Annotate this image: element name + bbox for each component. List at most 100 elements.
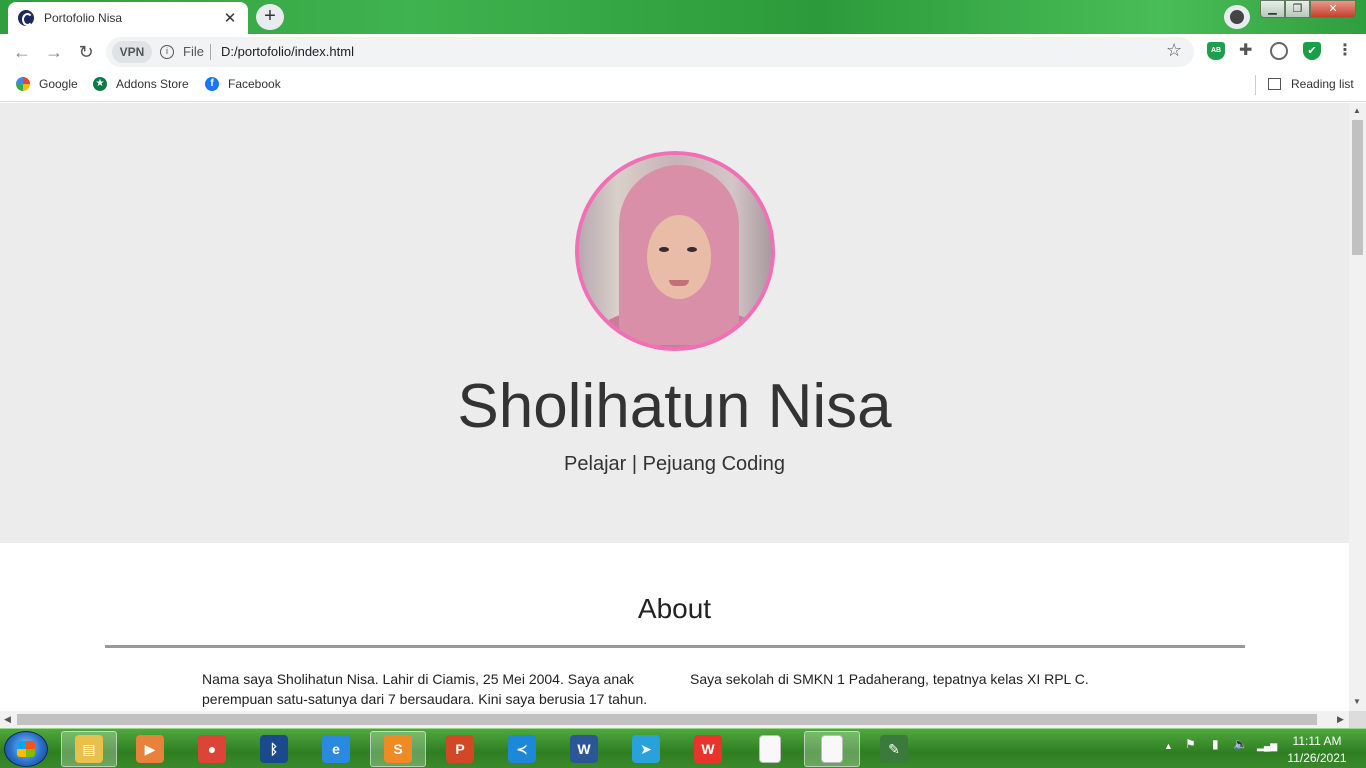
- close-window-button[interactable]: ✕: [1310, 0, 1356, 18]
- window-controls: ▁ ❐ ✕: [1260, 0, 1356, 20]
- tab-title: Portofolio Nisa: [44, 11, 123, 25]
- tab-strip: Portofolio Nisa ✕ + ▁ ❐ ✕: [0, 0, 1366, 34]
- sublime-text-icon: S: [384, 735, 412, 763]
- taskbar-media-player-button[interactable]: ▶: [122, 731, 178, 767]
- taskbar-powerpoint-button[interactable]: P: [432, 731, 488, 767]
- photo-eye-right: [687, 247, 697, 252]
- start-button[interactable]: [4, 731, 48, 767]
- scroll-up-icon[interactable]: ▲: [1353, 106, 1361, 115]
- scroll-right-icon[interactable]: ▶: [1337, 714, 1344, 725]
- reload-button[interactable]: ↻: [74, 40, 98, 64]
- browser-menu-icon[interactable]: ⋮: [1336, 42, 1354, 60]
- maximize-button[interactable]: ❐: [1285, 0, 1310, 18]
- powerpoint-icon: P: [446, 735, 474, 763]
- word-icon: W: [570, 735, 598, 763]
- about-divider: [105, 645, 1245, 648]
- bookmark-label: Facebook: [228, 77, 281, 91]
- network-signal-icon[interactable]: ▂▄▆: [1257, 741, 1277, 752]
- bookmark-label: Addons Store: [116, 77, 189, 91]
- extensions-puzzle-icon[interactable]: ✚: [1239, 42, 1257, 60]
- taskbar-wps-button[interactable]: W: [680, 731, 736, 767]
- media-player-icon: ▶: [136, 735, 164, 763]
- clock-time: 11:11 AM: [1292, 734, 1342, 748]
- horizontal-scrollbar[interactable]: ◀ ▶: [0, 711, 1349, 728]
- bookmark-facebook[interactable]: f Facebook: [205, 77, 281, 91]
- photo-eye-left: [659, 247, 669, 252]
- taskbar-blank-document-button[interactable]: [742, 731, 798, 767]
- vpn-button[interactable]: VPN: [112, 41, 152, 63]
- browser-toolbar: ← → ↻ VPN i File D:/portofolio/index.htm…: [0, 34, 1366, 70]
- photo-mouth: [669, 280, 689, 286]
- bookmark-addons-store[interactable]: ★ Addons Store: [93, 77, 189, 91]
- internet-explorer-icon: e: [322, 735, 350, 763]
- bookmarks-bar: Google ★ Addons Store f Facebook Reading…: [0, 70, 1366, 102]
- profile-icon[interactable]: [1270, 42, 1288, 60]
- forward-button[interactable]: →: [42, 40, 66, 64]
- about-text-right: Saya sekolah di SMKN 1 Padaherang, tepat…: [690, 671, 1089, 687]
- taskbar-file-explorer-button[interactable]: ▤: [61, 731, 117, 767]
- scrollbar-corner: [1349, 711, 1366, 728]
- wps-icon: W: [694, 735, 722, 763]
- bluetooth-icon: ᛒ: [260, 735, 288, 763]
- bookmark-star-icon[interactable]: ☆: [1166, 40, 1182, 61]
- facebook-icon: f: [205, 77, 219, 91]
- scroll-down-icon[interactable]: ▼: [1353, 697, 1361, 706]
- vertical-scrollbar[interactable]: ▲ ▼: [1349, 103, 1366, 711]
- hero-section: Sholihatun Nisa Pelajar | Pejuang Coding: [0, 103, 1349, 543]
- taskbar-telegram-button[interactable]: ➤: [618, 731, 674, 767]
- taskbar-notepad-button[interactable]: [804, 731, 860, 767]
- horizontal-scroll-thumb[interactable]: [17, 714, 1317, 725]
- url-text[interactable]: D:/portofolio/index.html: [221, 44, 354, 59]
- taskbar-internet-explorer-button[interactable]: e: [308, 731, 364, 767]
- scroll-left-icon[interactable]: ◀: [4, 714, 11, 725]
- page-title: Sholihatun Nisa: [457, 372, 892, 441]
- file-scheme-label: File: [183, 44, 204, 59]
- battery-icon[interactable]: ▮: [1212, 737, 1219, 751]
- adblock-extension-icon[interactable]: AB: [1207, 42, 1225, 60]
- taskbar-chrome-button[interactable]: ●: [184, 731, 240, 767]
- bookmark-label: Google: [39, 77, 78, 91]
- new-tab-button[interactable]: +: [256, 4, 284, 30]
- google-icon: [16, 77, 30, 91]
- windows-taskbar: ▤ ▶ ● ᛒ e S P ≺ W ➤ W ✎ ▲ ⚑ ▮ 🔈 ▂▄▆ 11:11 AM 11/26/…: [0, 728, 1366, 768]
- tab-search-button[interactable]: [1224, 5, 1250, 29]
- taskbar-sublime-text-button[interactable]: S: [370, 731, 426, 767]
- action-center-flag-icon[interactable]: ⚑: [1185, 737, 1196, 751]
- chrome-icon: ●: [198, 735, 226, 763]
- photo-face: [647, 215, 711, 299]
- page-viewport: Sholihatun Nisa Pelajar | Pejuang Coding…: [0, 103, 1349, 711]
- about-section: About Nama saya Sholihatun Nisa. Lahir d…: [0, 543, 1349, 711]
- bookmark-google[interactable]: Google: [16, 77, 78, 91]
- reading-list-divider: [1255, 75, 1256, 95]
- shield-extension-icon[interactable]: ✔: [1303, 42, 1321, 60]
- notepad-icon: [821, 735, 843, 763]
- system-clock[interactable]: 11:11 AM 11/26/2021: [1282, 733, 1352, 767]
- taskbar-word-button[interactable]: W: [556, 731, 612, 767]
- taskbar-task-app-button[interactable]: ✎: [866, 731, 922, 767]
- reading-list-label: Reading list: [1291, 77, 1354, 91]
- about-heading: About: [637, 593, 712, 624]
- reading-list-button[interactable]: Reading list: [1268, 77, 1354, 91]
- task-app-icon: ✎: [880, 735, 908, 763]
- tab-close-icon[interactable]: ✕: [222, 9, 238, 27]
- telegram-icon: ➤: [632, 735, 660, 763]
- address-bar[interactable]: VPN i File D:/portofolio/index.html ☆: [106, 37, 1194, 67]
- site-info-icon[interactable]: i: [160, 45, 174, 59]
- taskbar-vscode-button[interactable]: ≺: [494, 731, 550, 767]
- taskbar-bluetooth-button[interactable]: ᛒ: [246, 731, 302, 767]
- about-text-left: Nama saya Sholihatun Nisa. Lahir di Ciam…: [202, 671, 648, 707]
- blank-document-icon: [759, 735, 781, 763]
- tab-portofolio[interactable]: Portofolio Nisa ✕: [8, 2, 248, 34]
- vscode-icon: ≺: [508, 735, 536, 763]
- page-tagline: Pelajar | Pejuang Coding: [564, 453, 785, 475]
- back-button[interactable]: ←: [10, 40, 34, 64]
- profile-photo: [575, 151, 775, 351]
- volume-icon[interactable]: 🔈: [1233, 737, 1248, 751]
- omnibox-divider: [210, 44, 211, 60]
- page-favicon-icon: [18, 10, 34, 26]
- vertical-scroll-thumb[interactable]: [1352, 120, 1363, 255]
- reading-list-icon: [1268, 78, 1281, 90]
- minimize-button[interactable]: ▁: [1260, 0, 1285, 18]
- addons-store-icon: ★: [93, 77, 107, 91]
- tray-overflow-icon[interactable]: ▲: [1164, 741, 1173, 751]
